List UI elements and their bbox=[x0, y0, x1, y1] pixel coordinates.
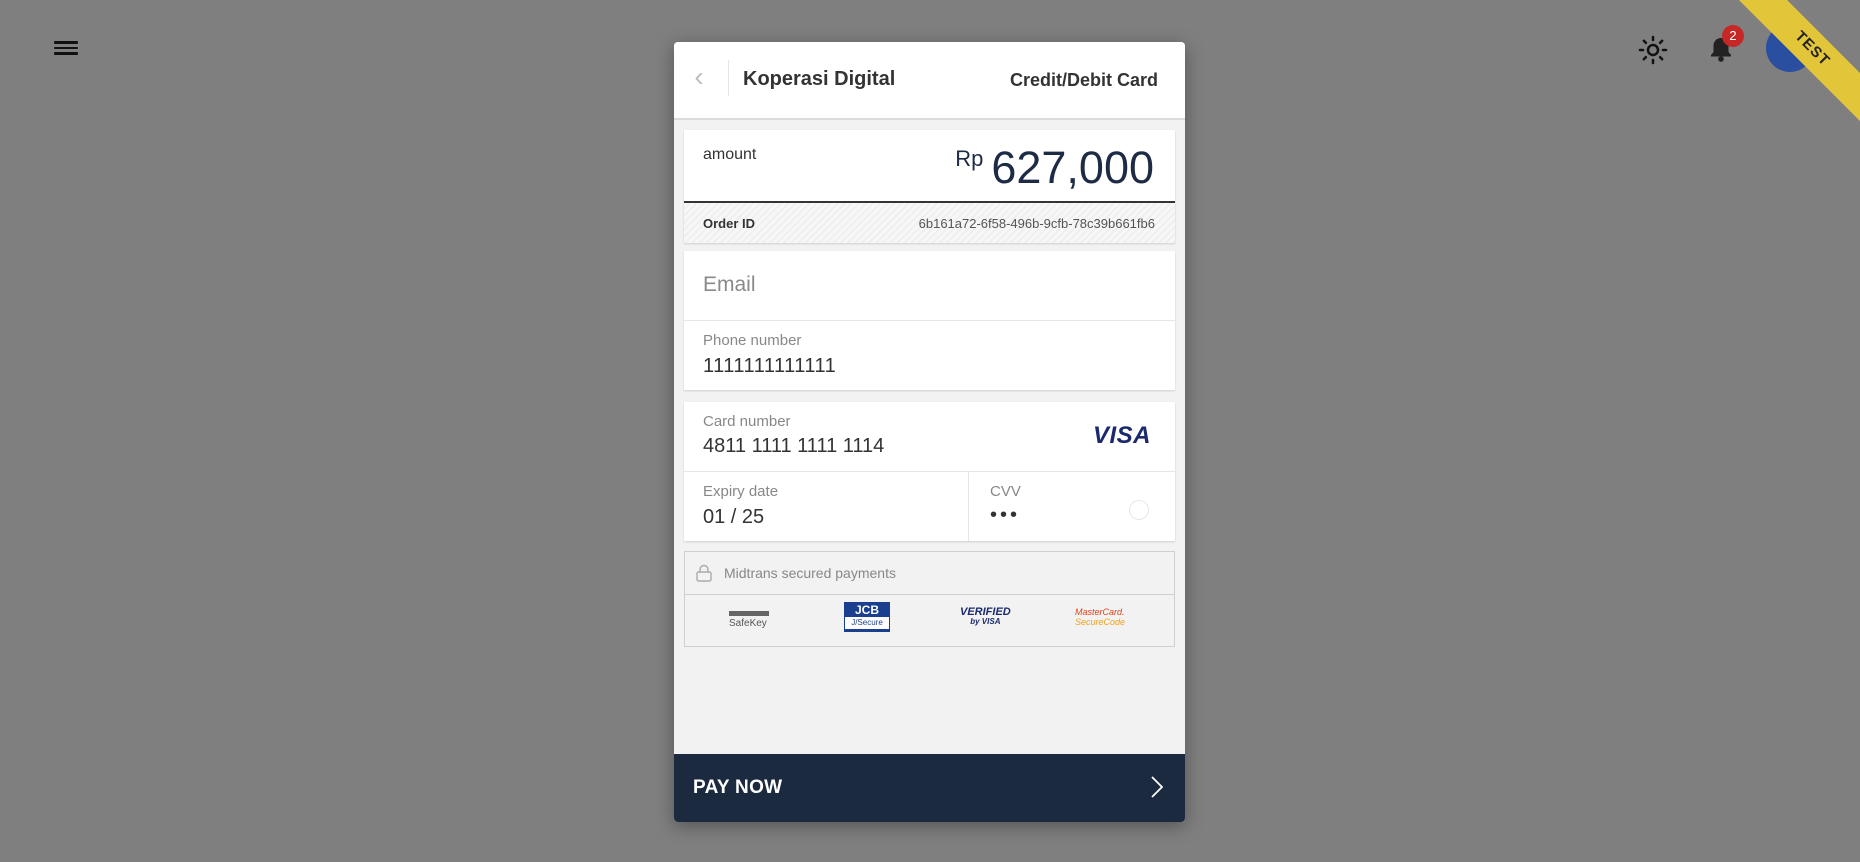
theme-toggle-button[interactable] bbox=[1637, 34, 1669, 66]
cvv-help-icon[interactable] bbox=[1129, 500, 1149, 520]
payment-method-title: Credit/Debit Card bbox=[1009, 70, 1158, 90]
modal-header: ‹ Koperasi Digital Credit/Debit Card bbox=[674, 42, 1185, 120]
pay-now-button[interactable]: PAY NOW bbox=[674, 754, 1185, 822]
safekey-logo: SafeKey bbox=[729, 611, 769, 629]
security-badges: SafeKey JCB J/Secure VERIFIED by VISA Ma… bbox=[685, 595, 1174, 646]
security-text: Midtrans secured payments bbox=[724, 565, 896, 581]
order-id-value: 6b161a72-6f58-496b-9cfb-78c39b661fb6 bbox=[918, 216, 1155, 231]
card-number-input[interactable] bbox=[703, 435, 1033, 458]
cvv-field: CVV bbox=[970, 472, 1175, 541]
expiry-field: Expiry date bbox=[684, 472, 969, 541]
payment-modal: ‹ Koperasi Digital Credit/Debit Card amo… bbox=[674, 42, 1185, 822]
cvv-label: CVV bbox=[990, 483, 1021, 500]
chevron-left-icon: ‹ bbox=[694, 61, 704, 92]
amount-number: 627,000 bbox=[991, 142, 1154, 193]
currency-symbol: Rp bbox=[955, 146, 984, 171]
notification-count-badge: 2 bbox=[1722, 25, 1744, 47]
card-number-label: Card number bbox=[703, 413, 791, 430]
sun-icon bbox=[1638, 35, 1668, 65]
amount-label: amount bbox=[703, 146, 757, 163]
email-field bbox=[684, 251, 1175, 321]
chevron-right-icon bbox=[1151, 776, 1163, 798]
order-id-label: Order ID bbox=[703, 216, 756, 231]
lock-icon bbox=[696, 564, 712, 582]
order-id-row: Order ID 6b161a72-6f58-496b-9cfb-78c39b6… bbox=[684, 203, 1175, 243]
merchant-name: Koperasi Digital bbox=[743, 68, 896, 90]
cvv-input[interactable] bbox=[990, 504, 1090, 527]
phone-input[interactable] bbox=[703, 355, 1143, 378]
menu-button[interactable] bbox=[54, 38, 78, 58]
jcb-jsecure-logo: JCB J/Secure bbox=[844, 602, 890, 632]
contact-card: Phone number bbox=[684, 251, 1175, 390]
pay-now-label: PAY NOW bbox=[693, 777, 783, 798]
email-input[interactable] bbox=[703, 273, 1143, 297]
amount-value: Rp 627,000 bbox=[955, 142, 1154, 194]
security-box: Midtrans secured payments SafeKey JCB J/… bbox=[684, 551, 1175, 647]
back-button[interactable]: ‹ bbox=[684, 60, 729, 96]
mastercard-securecode-logo: MasterCard. SecureCode bbox=[1075, 607, 1126, 627]
hamburger-icon bbox=[54, 41, 78, 44]
card-number-field: Card number VISA bbox=[684, 402, 1175, 472]
expiry-label: Expiry date bbox=[703, 483, 779, 500]
phone-label: Phone number bbox=[703, 332, 802, 349]
expiry-input[interactable] bbox=[703, 506, 903, 529]
card-details-card: Card number VISA Expiry date CVV bbox=[684, 402, 1175, 541]
verified-by-visa-logo: VERIFIED by VISA bbox=[960, 606, 1011, 627]
amount-card: amount Rp 627,000 Order ID 6b161a72-6f58-… bbox=[684, 130, 1175, 243]
user-avatar[interactable] bbox=[1766, 24, 1814, 72]
security-header: Midtrans secured payments bbox=[685, 552, 1174, 595]
phone-field: Phone number bbox=[684, 321, 1175, 390]
visa-logo: VISA bbox=[1092, 422, 1151, 449]
